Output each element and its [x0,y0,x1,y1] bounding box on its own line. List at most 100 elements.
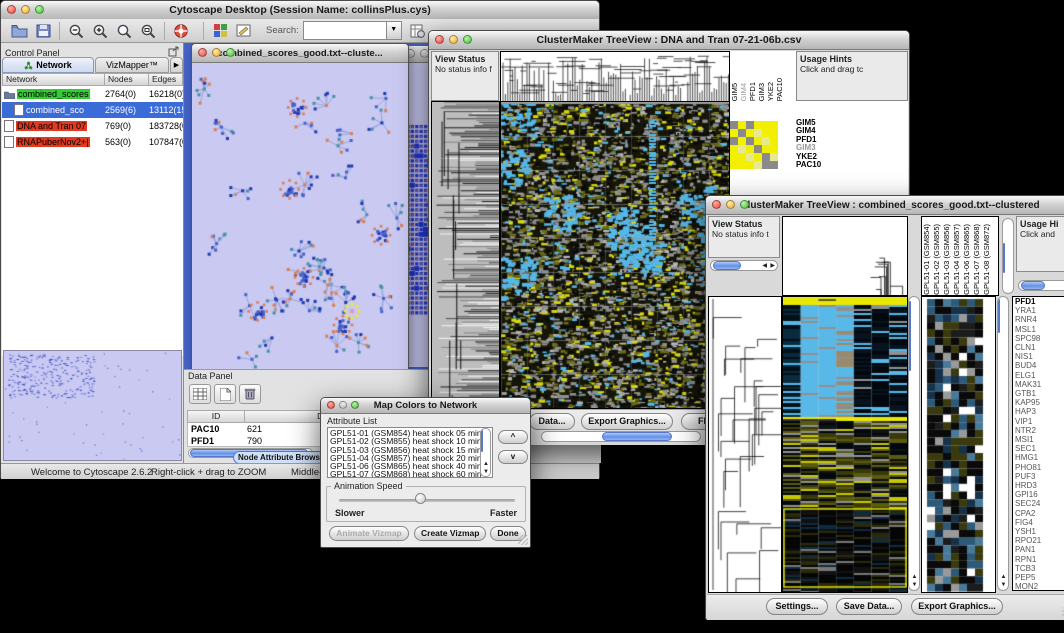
gene-label[interactable]: BUD4 [1015,361,1064,370]
zoom-button[interactable] [463,35,472,44]
gene-label[interactable]: ELG1 [1015,371,1064,380]
network-row-selected[interactable]: combined_sco 2569(6) 13112(15) [2,102,183,118]
close-button[interactable] [7,5,16,14]
settings-button[interactable]: Settings... [766,598,828,615]
treeview2-usage-hscrollbar[interactable] [1018,280,1064,291]
scroll-up-arrow[interactable]: ▲ [483,461,489,467]
gene-label[interactable]: PAN1 [1015,545,1064,554]
attribute-table-icon[interactable] [189,384,211,404]
search-input[interactable] [303,21,387,40]
zoom-out-icon[interactable] [64,20,88,41]
gene-label[interactable]: RPO21 [1015,536,1064,545]
close-button[interactable] [712,200,721,209]
export-graphics-button[interactable]: Export Graphics... [581,413,673,430]
close-button[interactable] [435,35,444,44]
zoom-selected-icon[interactable] [112,20,136,41]
gene-label-list[interactable]: PFD1YRA1RNR4MSL1SPC98CLN1NIS1BUD4ELG1MAK… [1012,296,1064,591]
network-overview-panel[interactable] [3,350,182,461]
gene-label[interactable]: PFD1 [1015,297,1064,306]
resize-grip[interactable] [518,535,528,545]
gene-label[interactable]: CPA2 [1015,509,1064,518]
gene-label[interactable]: RNR4 [1015,315,1064,324]
network-row[interactable]: DNA and Tran 07 769(0) 183728(0) [2,118,183,134]
gene-label[interactable]: KAP95 [1015,398,1064,407]
attribute-list-vscrollbar[interactable]: ▲ ▼ [480,428,491,477]
minimize-button[interactable] [726,200,735,209]
zoom-fit-icon[interactable] [136,20,160,41]
column-dendrogram[interactable] [782,216,908,296]
gene-label[interactable]: HMG1 [1015,453,1064,462]
scrollbar-thumb[interactable] [481,430,483,452]
window-controls[interactable] [7,5,44,14]
column-dendrogram[interactable] [500,51,730,102]
attribute-list[interactable]: GPL51-01 (GSM854) heat shock 05 minGPL51… [327,427,493,478]
minimize-button[interactable] [21,5,30,14]
scrollbar-thumb[interactable] [602,432,672,441]
column-header-network[interactable]: Network [2,73,105,86]
zoom-in-icon[interactable] [88,20,112,41]
network-row[interactable]: combined_scores 2764(0) 16218(0) [2,86,183,102]
scroll-left-arrow[interactable]: ◀ [762,263,767,269]
close-button[interactable] [327,401,335,409]
export-graphics-button[interactable]: Export Graphics... [911,598,1003,615]
scrollbar-thumb[interactable] [1003,243,1005,273]
gene-label[interactable]: PUF3 [1015,472,1064,481]
treeview2-status-hscrollbar[interactable]: ◀ ▶ [710,260,778,271]
gene-label[interactable]: HAP3 [1015,407,1064,416]
minimize-button[interactable] [212,48,221,57]
scrollbar-thumb[interactable] [713,261,741,270]
zoom-button[interactable] [35,5,44,14]
gene-label[interactable]: GTB1 [1015,389,1064,398]
treeview2-titlebar[interactable]: ClusterMaker TreeView : combined_scores_… [706,196,1064,215]
correlation-heatmap[interactable] [500,101,730,409]
import-table-icon[interactable] [406,20,430,41]
scroll-up-arrow[interactable]: ▲ [1001,574,1007,580]
help-lifering-icon[interactable] [169,20,193,41]
delete-attribute-trash-icon[interactable] [239,384,261,404]
animate-vizmap-button[interactable]: Animate Vizmap [329,526,409,541]
treeview1-bottom-hscrollbar[interactable] [541,431,701,442]
move-down-button[interactable]: v [498,450,528,464]
scrollbar-thumb[interactable] [998,299,1000,333]
dialog-titlebar[interactable]: Map Colors to Network [321,398,530,414]
gene-label[interactable]: MSI1 [1015,435,1064,444]
gene-label[interactable]: SEC24 [1015,499,1064,508]
move-up-button[interactable]: ^ [498,430,528,444]
row-dendrogram[interactable] [708,296,782,593]
gene-label[interactable]: PEP5 [1015,573,1064,582]
zoom-button[interactable] [351,401,359,409]
tab-network[interactable]: Network [2,57,94,73]
gene-label[interactable]: RPN1 [1015,555,1064,564]
gene-label[interactable]: YRA1 [1015,306,1064,315]
gene-label[interactable]: SEC1 [1015,444,1064,453]
attribute-item[interactable]: GPL51-07 (GSM868) heat shock 60 min [330,470,492,478]
window-controls[interactable] [327,401,359,409]
gene-label[interactable]: PHO81 [1015,463,1064,472]
search-dropdown-arrow[interactable]: ▼ [387,21,402,40]
tab-overflow-button[interactable]: ▶ [170,57,183,73]
gene-label[interactable]: FIG4 [1015,518,1064,527]
gene-label[interactable]: NTR2 [1015,426,1064,435]
treeview1-titlebar[interactable]: ClusterMaker TreeView : DNA and Tran 07-… [429,31,909,50]
id-column-header[interactable]: ID [187,410,245,423]
zoom-button[interactable] [740,200,749,209]
save-data-button[interactable]: Save Data... [836,598,902,615]
new-attribute-icon[interactable] [214,384,236,404]
network-row[interactable]: RNAPuberNov2+| 563(0) 107847(0) [2,134,183,150]
scrollbar-thumb[interactable] [909,301,911,371]
gene-label[interactable]: TCB3 [1015,564,1064,573]
gene-label[interactable]: MSL1 [1015,325,1064,334]
scrollbar-thumb[interactable] [1021,281,1045,290]
scroll-right-arrow[interactable]: ▶ [770,263,775,269]
network-view-1-canvas[interactable] [192,63,408,369]
save-icon[interactable] [31,20,55,41]
gene-label[interactable]: VIP1 [1015,417,1064,426]
save-data-button[interactable]: Data... [529,413,575,430]
create-vizmap-button[interactable]: Create Vizmap [414,526,486,541]
minimize-button[interactable] [339,401,347,409]
expression-heatmap[interactable] [782,296,908,593]
column-header-nodes[interactable]: Nodes [105,73,149,86]
zoom-button[interactable] [226,48,235,57]
detail-vscrollbar[interactable]: ▲ ▼ [997,296,1009,591]
gene-label[interactable]: MON2 [1015,582,1064,591]
